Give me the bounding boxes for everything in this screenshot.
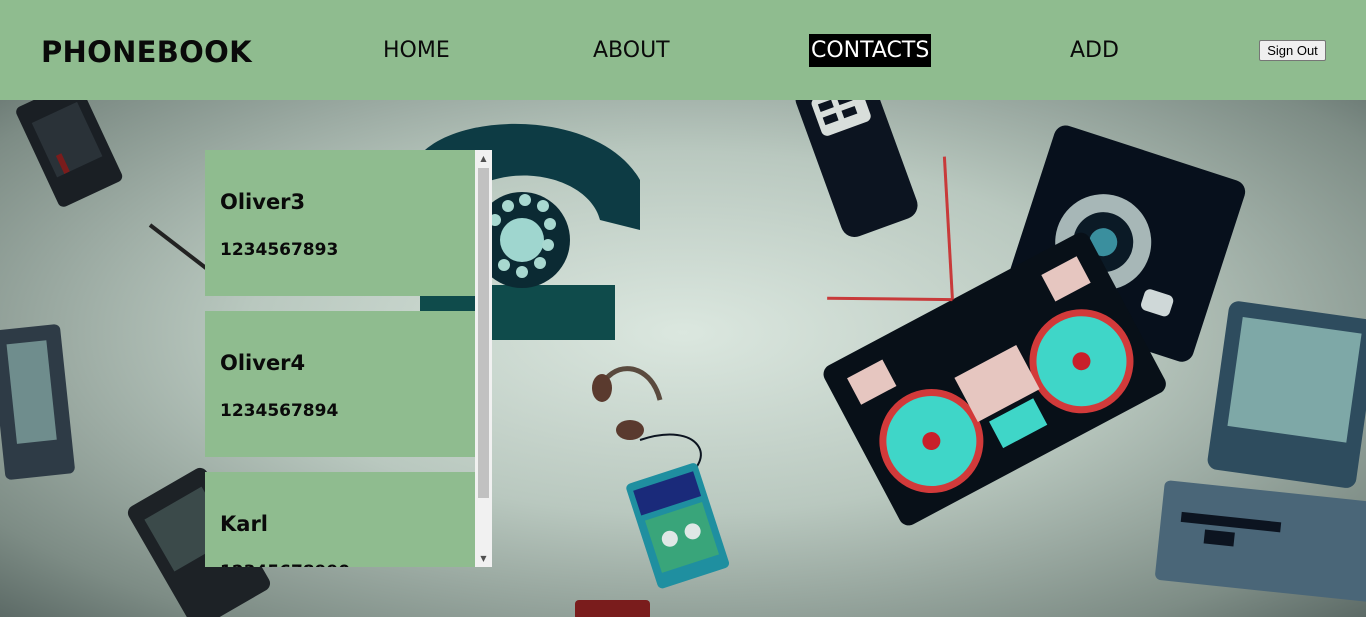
- scroll-down-arrow-icon[interactable]: ▼: [475, 550, 492, 567]
- sign-out-button[interactable]: Sign Out: [1259, 40, 1326, 61]
- contact-name: Karl: [220, 512, 268, 536]
- navbar: PHONEBOOK HOME ABOUT CONTACTS ADD Sign O…: [0, 0, 1366, 100]
- scroll-up-arrow-icon[interactable]: ▲: [475, 150, 492, 167]
- nav-about[interactable]: ABOUT: [592, 37, 671, 65]
- contact-name: Oliver3: [220, 190, 306, 214]
- nav-add[interactable]: ADD: [1069, 37, 1120, 65]
- contact-card[interactable]: Oliver4 1234567894: [205, 311, 475, 457]
- contact-list: Oliver3 1234567893 Oliver4 1234567894 Ka…: [205, 150, 475, 567]
- scroll-thumb[interactable]: [478, 168, 489, 498]
- contact-phone: 12345678990: [220, 562, 350, 567]
- contact-card[interactable]: Karl 12345678990: [205, 472, 475, 567]
- contact-name: Oliver4: [220, 351, 306, 375]
- contact-phone: 1234567894: [220, 401, 339, 421]
- contacts-scrollbar[interactable]: ▲ ▼: [475, 150, 492, 567]
- contact-phone: 1234567893: [220, 240, 339, 260]
- brand-logo[interactable]: PHONEBOOK: [41, 35, 252, 69]
- nav-contacts[interactable]: CONTACTS: [809, 34, 932, 67]
- nav-home[interactable]: HOME: [382, 37, 451, 65]
- contact-card[interactable]: Oliver3 1234567893: [205, 150, 475, 296]
- contacts-list-panel[interactable]: Oliver3 1234567893 Oliver4 1234567894 Ka…: [205, 150, 492, 567]
